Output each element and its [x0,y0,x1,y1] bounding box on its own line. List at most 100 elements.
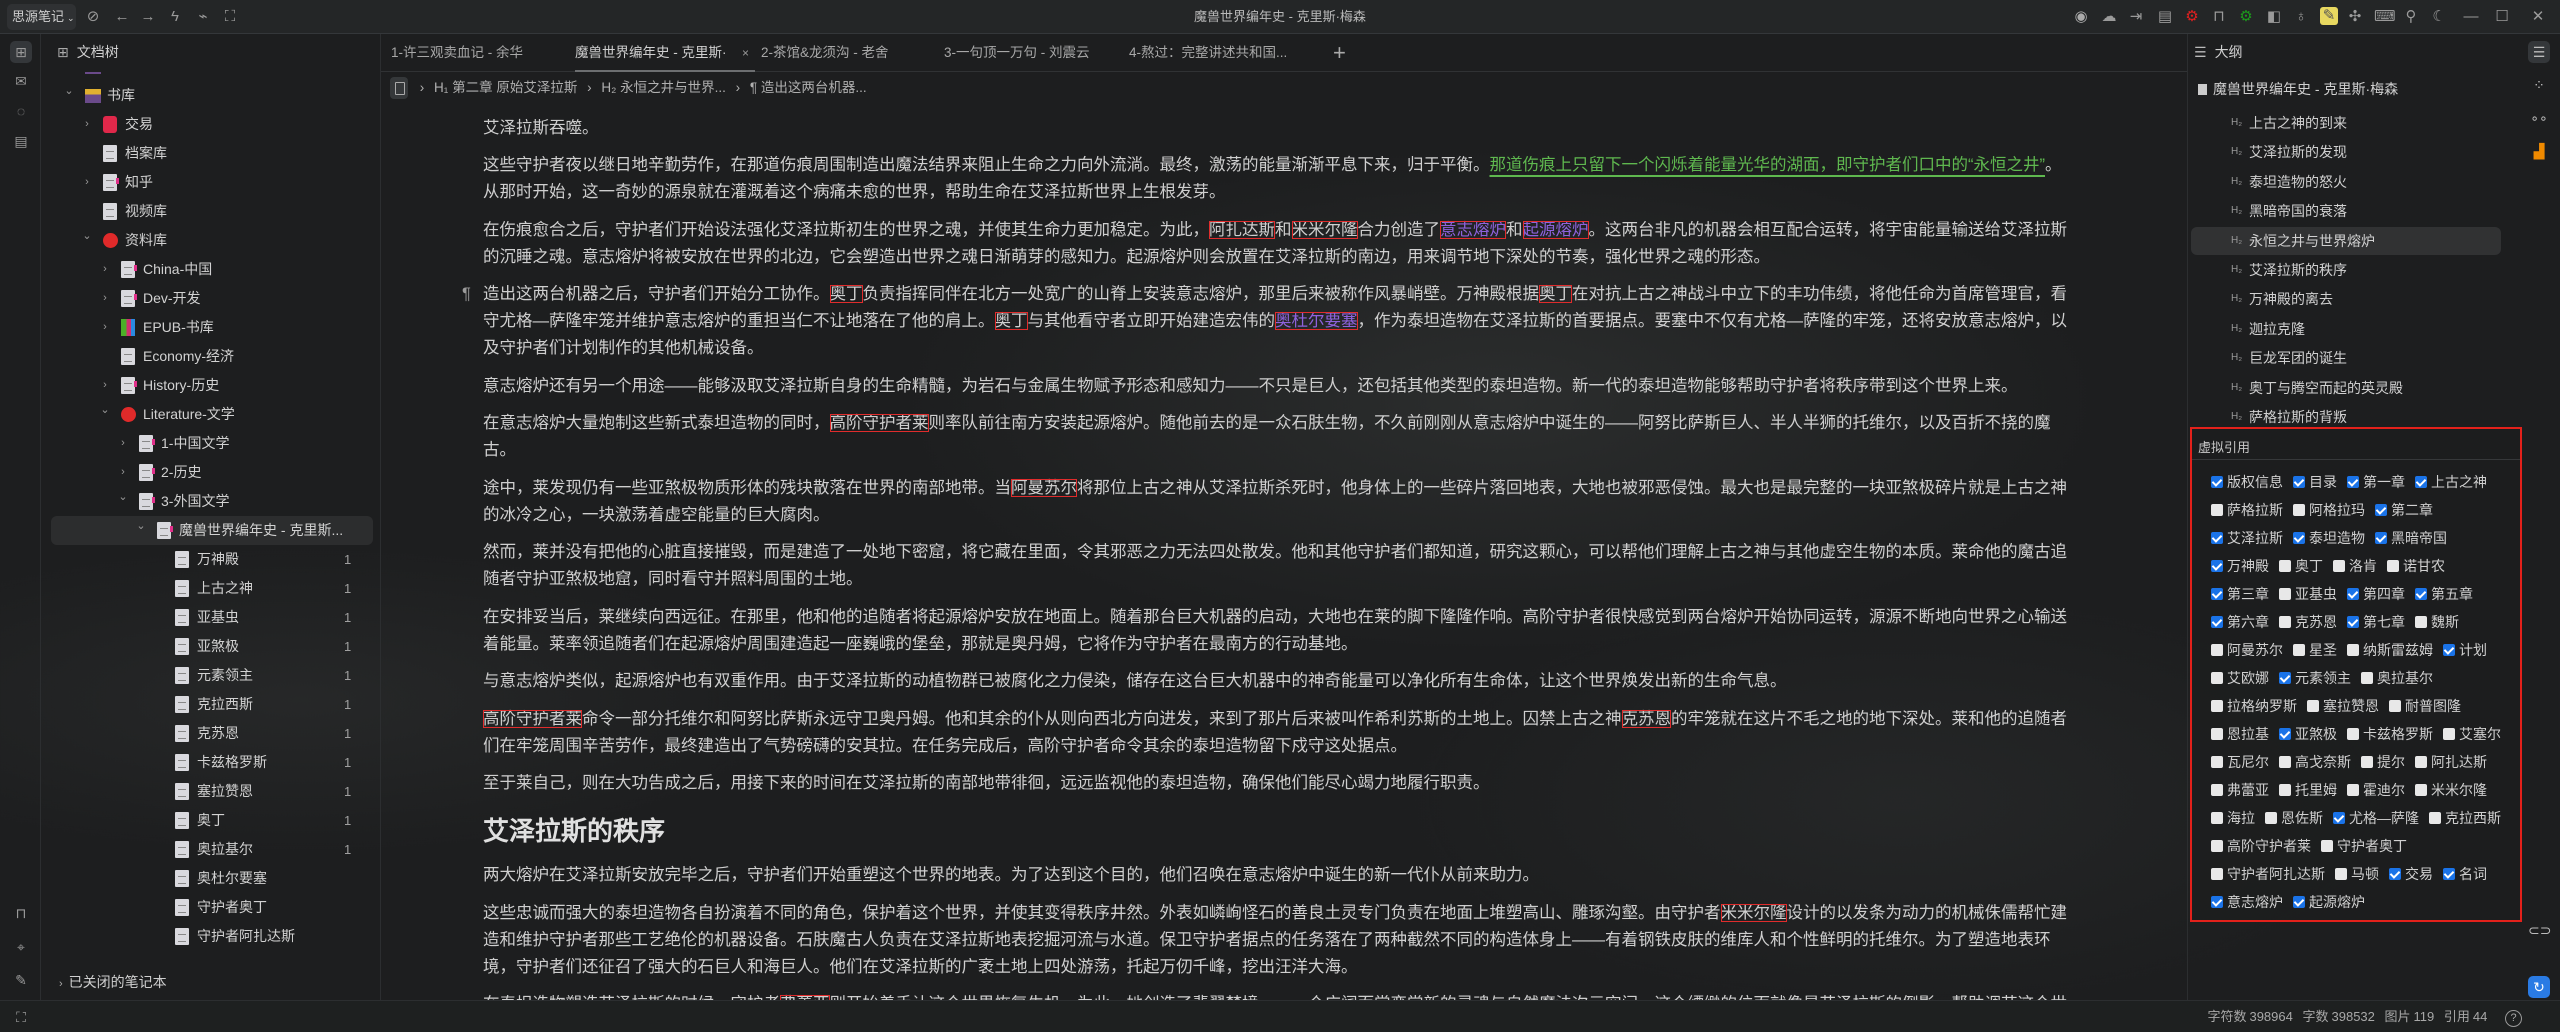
tab-5[interactable]: 4-熬过：完整讲述共和国... [1129,34,1309,72]
tree-item[interactable]: ⌄ Literature-文学 [41,400,380,429]
block-reference[interactable]: 奥丁 [829,285,863,303]
paragraph[interactable]: 在意志熔炉大量炮制这些新式泰坦造物的同时，高阶守护者莱则率队前往南方安装起源熔炉… [483,410,2077,464]
virtual-reference-option[interactable]: 弗蕾亚 [2211,780,2269,800]
block-reference[interactable]: 意志熔炉 [1440,220,1506,239]
virtual-reference-option[interactable]: 艾塞尔 [2443,724,2501,744]
virtual-reference-option[interactable]: 目录 [2293,472,2337,492]
paragraph[interactable]: 在安排妥当后，莱继续向西远征。在那里，他和他的追随者将起源熔炉安放在地面上。随着… [483,604,2077,658]
checkbox[interactable] [2211,812,2223,824]
virtual-reference-option[interactable]: 守护者奥丁 [2321,836,2407,856]
checkbox[interactable] [2335,868,2347,880]
breadcrumb-item[interactable]: ¶ 造出这两台机器... [750,80,867,95]
virtual-reference-option[interactable]: 第七章 [2347,612,2405,632]
gear-green-icon[interactable]: ⚙ [2236,7,2256,27]
tree-item[interactable]: 亚煞极 1 [41,632,380,661]
outline-item[interactable]: H₂ 迦拉克隆 [2191,315,2501,343]
tree-item[interactable]: › History-历史 [41,371,380,400]
virtual-reference-option[interactable]: 塞拉赞恩 [2307,696,2379,716]
block-reference[interactable]: 奥丁 [1539,285,1572,303]
chevron-down-icon[interactable]: ⌄ [99,396,111,425]
tab-close-icon[interactable]: × [742,34,749,70]
virtual-reference-option[interactable]: 第六章 [2211,612,2269,632]
outline-item[interactable]: H₂ 艾泽拉斯的秩序 [2191,256,2501,284]
paragraph[interactable]: 途中，莱发现仍有一些亚煞极物质形体的残块散落在世界的南部地带。当阿曼苏尔将那位上… [483,475,2077,529]
checkbox[interactable] [2415,784,2427,796]
doc-image-icon[interactable]: ▤ [2155,7,2175,27]
block-reference[interactable]: 起源熔炉 [1522,220,1589,239]
virtual-reference-option[interactable]: 亚基虫 [2279,584,2337,604]
login-icon[interactable]: ⇥ [2126,7,2146,27]
forward-icon[interactable]: → [138,7,158,27]
checkbox[interactable] [2347,476,2359,488]
checkbox[interactable] [2279,728,2291,740]
chevron-down-icon[interactable]: ⌄ [135,512,147,541]
search-icon[interactable]: ⚲ [2401,7,2421,27]
tag-icon[interactable]: ⌖ [10,936,32,958]
document-content[interactable]: 艾泽拉斯吞噬。 这些守护者夜以继日地辛勤劳作，在那道伤痕周围制造出魔法结界来阻止生… [462,115,2077,1000]
tree-item[interactable]: 档案库 [41,139,380,168]
edit-icon[interactable]: ✎ [10,969,32,991]
paragraph-marker-icon[interactable]: ¶ [462,281,471,308]
chevron-right-icon[interactable]: › [81,110,93,139]
link-icon[interactable]: ⊂⊃ [2528,919,2551,941]
focus-icon[interactable]: ⛶ [220,7,240,27]
checkbox[interactable] [2211,784,2223,796]
tree-item[interactable]: › Dev-开发 [41,284,380,313]
checkbox[interactable] [2415,756,2427,768]
virtual-reference-option[interactable]: 阿曼苏尔 [2211,640,2283,660]
dock-toggle-icon[interactable]: ⛶ [10,1006,32,1028]
section-heading[interactable]: 艾泽拉斯的秩序 [483,813,2077,849]
chevron-right-icon[interactable]: › [99,313,111,342]
block-reference[interactable]: 阿曼苏尔 [1011,478,1077,497]
paragraph[interactable]: 与意志熔炉类似，起源熔炉也有双重作用。由于艾泽拉斯的动植物群已被腐化之力侵染，储… [483,668,2077,695]
checkbox[interactable] [2265,812,2277,824]
outline-item[interactable]: H₂ 永恒之井与世界熔炉 [2191,226,2501,255]
checkbox[interactable] [2279,756,2291,768]
virtual-reference-option[interactable]: 黑暗帝国 [2375,528,2447,548]
virtual-reference-option[interactable]: 耐普图隆 [2389,696,2461,716]
block-reference[interactable]: 奥杜尔要塞 [1275,312,1358,330]
virtual-reference-option[interactable]: 萨格拉斯 [2211,500,2283,520]
paragraph[interactable]: 两大熔炉在艾泽拉斯安放完毕之后，守护者们开始重塑这个世界的地表。为了达到这个目的… [483,862,2077,889]
checkbox[interactable] [2415,616,2427,628]
virtual-reference-option[interactable]: 亚煞极 [2279,724,2337,744]
virtual-reference-option[interactable]: 诺甘农 [2387,556,2445,576]
checkbox[interactable] [2333,560,2345,572]
checkbox[interactable] [2389,700,2401,712]
pen-icon[interactable]: ✎ [2320,7,2338,25]
minimize-icon[interactable]: — [2461,7,2481,27]
tree-item[interactable]: › EPUB-书库 [41,313,380,342]
block-reference[interactable]: 米米尔隆 [1720,903,1787,922]
tree-item[interactable]: 元素领主 1 [41,661,380,690]
paragraph[interactable]: 在伤痕愈合之后，守护者们开始设法强化艾泽拉斯初生的世界之魂，并使其生命力更加稳定… [483,217,2077,271]
checkbox[interactable] [2389,868,2401,880]
checkbox[interactable] [2415,588,2427,600]
virtual-reference-option[interactable]: 第二章 [2375,500,2433,520]
paragraph[interactable]: 然而，莱并没有把他的心脏直接摧毁，而是建造了一处地下密窟，将它藏在里面，令其邪恶… [483,539,2077,593]
virtual-reference-option[interactable]: 艾泽拉斯 [2211,528,2283,548]
virtual-reference-option[interactable]: 马顿 [2335,864,2379,884]
checkbox[interactable] [2307,700,2319,712]
outline-item[interactable]: H₂ 巨龙军团的诞生 [2191,344,2501,372]
bookmark-icon[interactable]: ⊓ [10,902,32,924]
checkbox[interactable] [2211,532,2223,544]
tree-item[interactable]: 守护者奥丁 [41,893,380,922]
checkbox[interactable] [2211,588,2223,600]
block-reference[interactable]: 高阶守护者莱 [483,709,582,728]
back-icon[interactable]: ← [112,7,132,27]
outline-item[interactable]: H₂ 上古之神的到来 [2191,109,2501,137]
checkbox[interactable] [2293,476,2305,488]
breadcrumb-item[interactable]: H₁ 第二章 原始艾泽拉斯 [434,80,577,95]
virtual-reference-option[interactable]: 奥拉基尔 [2361,668,2433,688]
block-reference[interactable]: 克苏恩 [1621,709,1671,728]
gear-red-icon[interactable]: ⚙ [2182,7,2202,27]
paragraph[interactable]: 艾泽拉斯吞噬。 [483,115,2077,142]
outline-document[interactable]: 魔兽世界编年史 - 克里斯·梅森 [2198,79,2398,99]
virtual-reference-option[interactable]: 海拉 [2211,808,2255,828]
checkbox[interactable] [2279,560,2291,572]
chevron-down-icon[interactable]: ⌄ [63,77,75,106]
tab-4[interactable]: 3-一句顶一万句 - 刘震云 [944,34,1124,72]
virtual-reference-option[interactable]: 意志熔炉 [2211,892,2283,912]
checkbox[interactable] [2333,812,2345,824]
add-tab-button[interactable]: + [1333,38,1346,68]
